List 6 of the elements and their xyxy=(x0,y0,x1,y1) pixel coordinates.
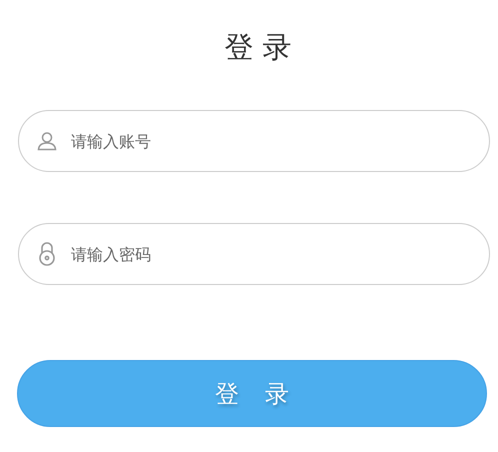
input-field[interactable]: 请输入密码 xyxy=(18,223,490,285)
page-title: 登 录 xyxy=(223,29,293,66)
login-button[interactable]: 登 录 xyxy=(17,360,487,427)
input-field[interactable]: 请输入账号 xyxy=(18,110,490,172)
lock-icon xyxy=(38,242,56,266)
user-icon xyxy=(37,131,57,151)
